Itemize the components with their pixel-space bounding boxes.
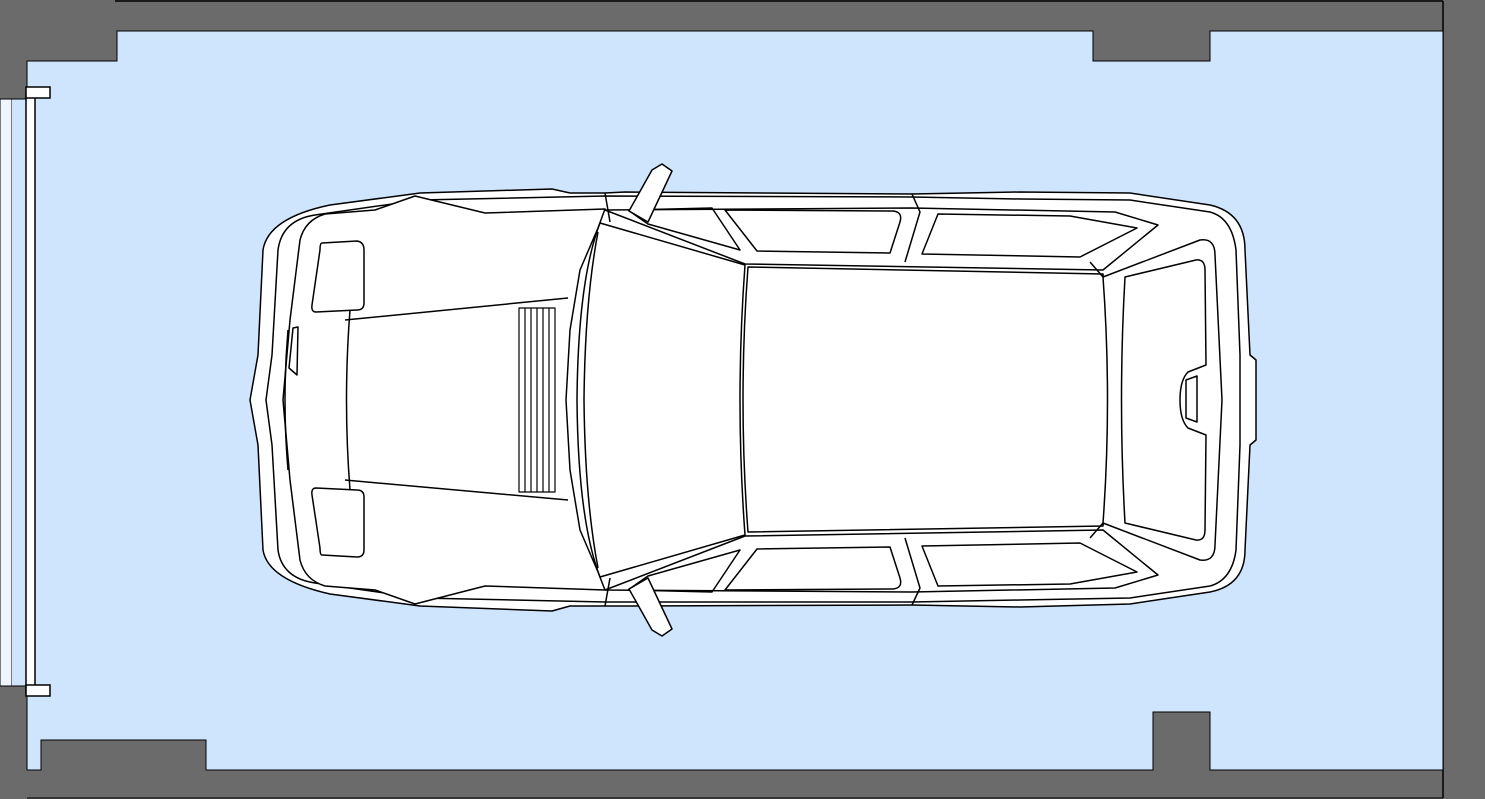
windshield (576, 222, 746, 578)
rear-spoiler-slot (1185, 375, 1198, 423)
roof-panel (742, 266, 1110, 533)
car-top-view-icon (249, 163, 1257, 637)
hood-vent-icon (518, 307, 556, 493)
headlight-left-top (311, 240, 365, 313)
headlight-left-bottom (311, 487, 365, 558)
garage-plan (0, 0, 1485, 799)
